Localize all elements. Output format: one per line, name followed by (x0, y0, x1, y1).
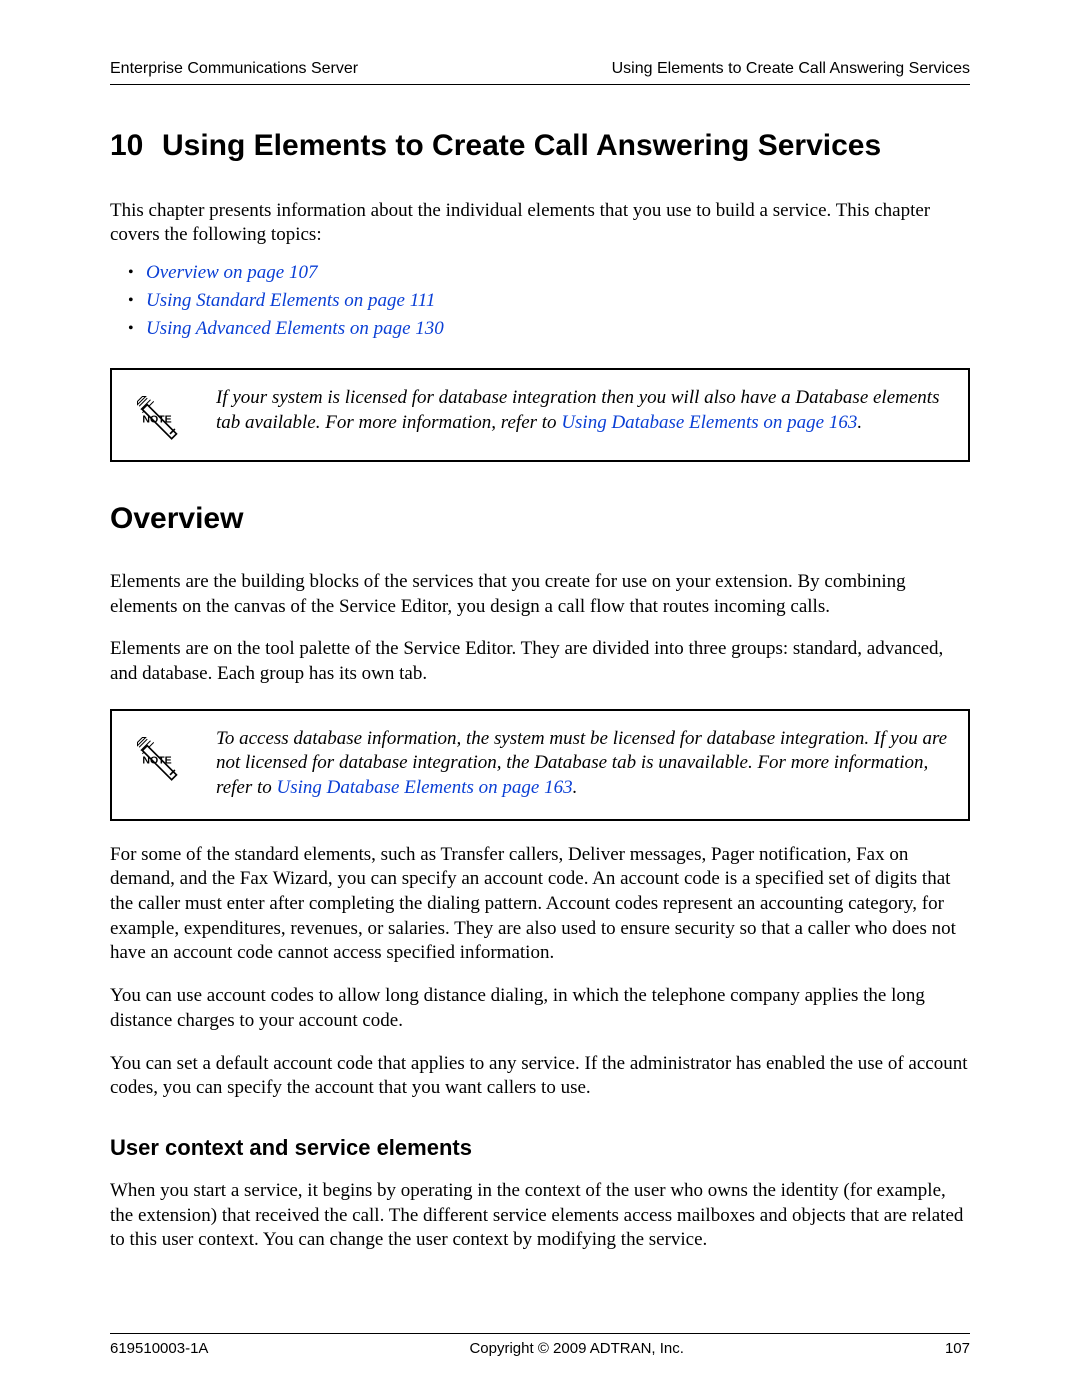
document-page: Enterprise Communications Server Using E… (0, 0, 1080, 1397)
intro-paragraph: This chapter presents information about … (110, 199, 970, 248)
page-footer: 619510003-1A Copyright © 2009 ADTRAN, In… (110, 1333, 970, 1357)
toc-item: • Using Advanced Elements on page 130 (128, 318, 970, 340)
overview-heading: Overview (110, 502, 970, 536)
note2-link[interactable]: Using Database Elements on page 163 (277, 777, 573, 798)
overview-p2: Elements are on the tool palette of the … (110, 637, 970, 686)
toc-item: • Using Standard Elements on page 111 (128, 290, 970, 312)
note-body: If your system is licensed for database … (216, 386, 950, 435)
note-body: To access database information, the syst… (216, 727, 950, 801)
svg-text:NOTE: NOTE (142, 754, 171, 766)
header-right: Using Elements to Create Call Answering … (612, 60, 970, 78)
note1-link[interactable]: Using Database Elements on page 163 (561, 412, 857, 433)
bullet-icon: • (128, 262, 146, 284)
header-left: Enterprise Communications Server (110, 60, 358, 78)
overview-p1: Elements are the building blocks of the … (110, 570, 970, 619)
note-icon: NOTE (122, 727, 192, 783)
body-p4: You can use account codes to allow long … (110, 984, 970, 1033)
subsection-p6: When you start a service, it begins by o… (110, 1179, 970, 1253)
chapter-title-text: Using Elements to Create Call Answering … (162, 127, 881, 165)
running-header: Enterprise Communications Server Using E… (110, 60, 970, 85)
note2-post: . (573, 777, 578, 798)
note1-post: . (857, 412, 862, 433)
footer-doc-number: 619510003-1A (110, 1340, 208, 1357)
footer-page-number: 107 (945, 1340, 970, 1357)
svg-text:NOTE: NOTE (142, 413, 171, 425)
note-box-1: NOTE If your system is licensed for data… (110, 368, 970, 462)
note-icon: NOTE (122, 386, 192, 442)
toc-link-standard[interactable]: Using Standard Elements on page 111 (146, 290, 435, 312)
toc-list: • Overview on page 107 • Using Standard … (110, 262, 970, 340)
body-p3: For some of the standard elements, such … (110, 843, 970, 966)
toc-link-advanced[interactable]: Using Advanced Elements on page 130 (146, 318, 444, 340)
footer-copyright: Copyright © 2009 ADTRAN, Inc. (469, 1340, 683, 1357)
toc-item: • Overview on page 107 (128, 262, 970, 284)
chapter-heading: 10 Using Elements to Create Call Answeri… (110, 127, 970, 165)
bullet-icon: • (128, 290, 146, 312)
subsection-heading: User context and service elements (110, 1135, 970, 1161)
bullet-icon: • (128, 318, 146, 340)
body-p5: You can set a default account code that … (110, 1052, 970, 1101)
note-box-2: NOTE To access database information, the… (110, 709, 970, 821)
toc-link-overview[interactable]: Overview on page 107 (146, 262, 317, 284)
chapter-number: 10 (110, 127, 162, 165)
